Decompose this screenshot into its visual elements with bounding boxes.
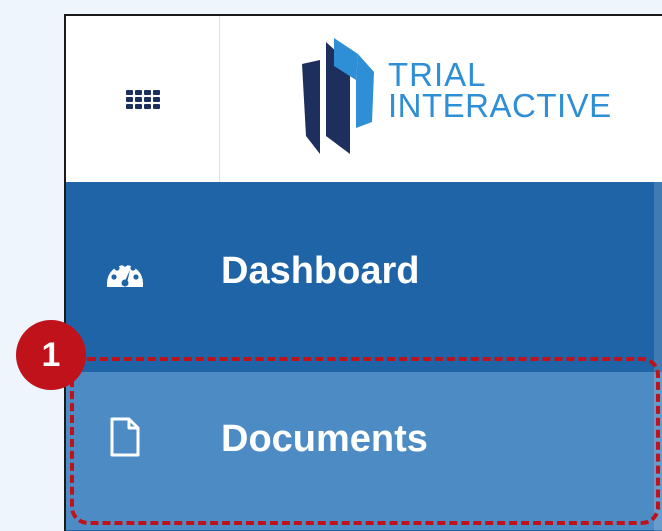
step-number-badge: 1 xyxy=(16,320,86,390)
step-highlight-box xyxy=(70,357,660,525)
logo-wordmark: TRIAL INTERACTIVE xyxy=(388,58,612,122)
app-launcher-button[interactable] xyxy=(66,16,220,182)
sidebar-item-label: Dashboard xyxy=(221,250,420,292)
dashboard-gauge-icon xyxy=(104,250,146,292)
sidebar-item-dashboard[interactable]: Dashboard xyxy=(66,220,662,320)
app-header: TRIAL INTERACTIVE xyxy=(66,16,662,182)
logo-line-2: INTERACTIVE xyxy=(388,87,612,124)
grid-menu-icon xyxy=(125,89,160,109)
